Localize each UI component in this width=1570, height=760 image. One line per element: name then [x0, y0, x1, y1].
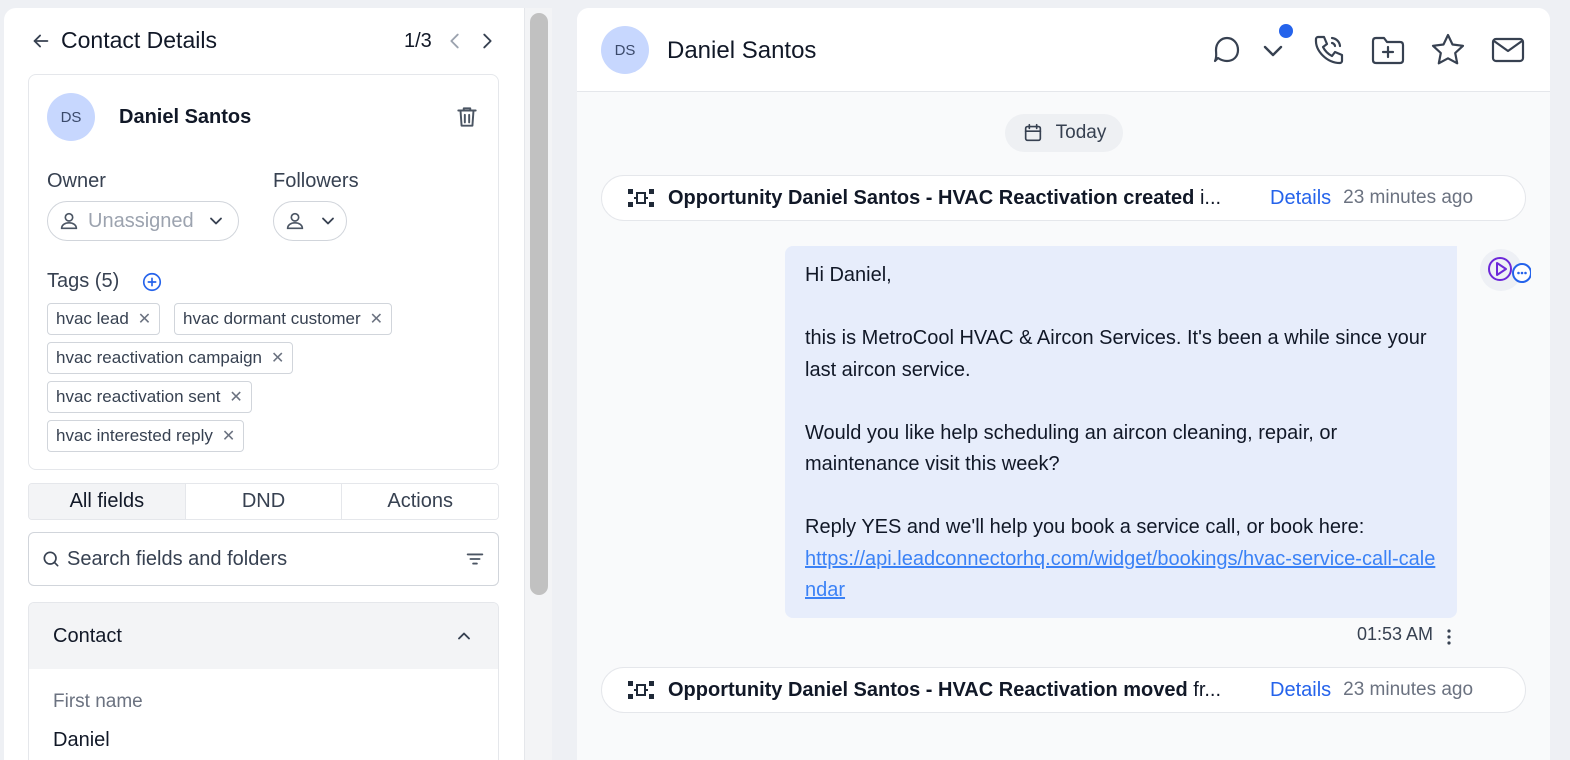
message-paragraph: Would you like help scheduling an aircon… [805, 421, 1338, 476]
notification-dot [1279, 24, 1293, 38]
chevron-down-icon [209, 217, 222, 225]
date-divider: Today [1005, 114, 1123, 152]
message-greeting: Hi Daniel, [805, 264, 892, 286]
phone-icon[interactable] [1308, 30, 1348, 70]
avatar: DS [47, 93, 95, 141]
tab-actions[interactable]: Actions [342, 484, 498, 519]
followers-select[interactable] [273, 201, 347, 241]
message-time: 01:53 AM [1357, 624, 1434, 644]
activity-item: Opportunity Daniel Santos - HVAC Reactiv… [601, 667, 1526, 713]
remove-tag-icon[interactable]: ✕ [229, 387, 242, 407]
conversation-contact-name: Daniel Santos [667, 37, 817, 64]
search-fields-input[interactable]: Search fields and folders [28, 532, 499, 586]
owner-select[interactable]: Unassigned [47, 201, 239, 241]
sms-channel-icon[interactable] [1479, 248, 1531, 296]
followers-label: Followers [273, 170, 359, 192]
date-label: Today [1055, 122, 1107, 143]
tag-chip[interactable]: hvac dormant customer ✕ [174, 303, 393, 335]
opportunity-icon [628, 189, 654, 207]
tag-label: hvac reactivation sent [56, 387, 221, 406]
contact-section: Contact First name Daniel [28, 602, 499, 760]
mail-icon[interactable] [1488, 30, 1528, 70]
tag-label: hvac interested reply [56, 426, 213, 445]
tag-chip[interactable]: hvac reactivation sent ✕ [47, 381, 252, 413]
owner-label: Owner [47, 170, 106, 192]
first-name-value[interactable]: Daniel [53, 729, 110, 752]
tag-chip[interactable]: hvac lead ✕ [47, 303, 161, 335]
contact-section-header[interactable]: Contact [29, 603, 498, 669]
remove-tag-icon[interactable]: ✕ [138, 309, 151, 329]
activity-text: Opportunity Daniel Santos - HVAC Reactiv… [668, 186, 1222, 209]
contact-card: DS Daniel Santos Owner Followers Unassig… [28, 74, 499, 470]
activity-timestamp: 23 minutes ago [1343, 187, 1474, 208]
tag-label: hvac reactivation campaign [56, 348, 263, 367]
filter-icon[interactable] [464, 548, 486, 570]
tag-chip[interactable]: hvac interested reply ✕ [47, 420, 245, 452]
previous-contact-icon[interactable] [444, 29, 466, 53]
trash-icon[interactable] [454, 103, 480, 131]
back-arrow-icon[interactable] [30, 30, 52, 52]
activity-timestamp: 23 minutes ago [1343, 679, 1474, 700]
owner-placeholder: Unassigned [88, 209, 194, 232]
contact-details-header: Contact Details 1/3 [4, 8, 524, 74]
details-link[interactable]: Details [1270, 679, 1331, 702]
more-options-icon[interactable] [1445, 628, 1453, 646]
folder-plus-icon[interactable] [1368, 30, 1408, 70]
next-contact-icon[interactable] [476, 29, 498, 53]
chevron-down-icon [322, 217, 334, 225]
message-paragraph: this is MetroCool HVAC & Aircon Services… [805, 327, 1427, 381]
opportunity-icon [628, 681, 654, 699]
activity-item: Opportunity Daniel Santos - HVAC Reactiv… [601, 175, 1526, 221]
search-placeholder: Search fields and folders [67, 547, 288, 570]
user-icon [60, 212, 78, 230]
chat-bubble-icon[interactable] [1207, 30, 1247, 70]
contact-details-panel: Contact Details 1/3 DS Daniel Santos Own… [4, 8, 524, 760]
message-bubble: Hi Daniel, this is MetroCool HVAC & Airc… [785, 246, 1457, 618]
tab-dnd[interactable]: DND [185, 484, 343, 519]
pager-count: 1/3 [404, 30, 432, 52]
contact-name: Daniel Santos [119, 106, 252, 128]
scrollbar-thumb[interactable] [530, 13, 548, 595]
page-title: Contact Details [61, 27, 217, 53]
message-paragraph: Reply YES and we'll help you book a serv… [805, 516, 1365, 538]
calendar-icon [1024, 123, 1041, 142]
field-tabs: All fields DND Actions [28, 483, 499, 520]
conversation-header: DS Daniel Santos [577, 8, 1550, 92]
chevron-up-icon[interactable] [454, 626, 474, 646]
section-title: Contact [53, 624, 122, 647]
tags-label: Tags (5) [47, 270, 120, 292]
avatar: DS [601, 26, 649, 74]
tab-all-fields[interactable]: All fields [29, 484, 186, 519]
tag-label: hvac dormant customer [183, 309, 361, 328]
add-tag-icon[interactable] [141, 271, 163, 293]
conversation-panel: DS Daniel Santos Today Opportunity Danie… [577, 8, 1550, 760]
remove-tag-icon[interactable]: ✕ [222, 426, 235, 446]
booking-link[interactable]: https://api.leadconnectorhq.com/widget/b… [805, 544, 1437, 607]
star-icon[interactable] [1428, 30, 1468, 70]
first-name-label: First name [53, 691, 143, 712]
tag-label: hvac lead [56, 309, 129, 328]
activity-text: Opportunity Daniel Santos - HVAC Reactiv… [668, 678, 1222, 701]
user-icon [286, 212, 304, 230]
remove-tag-icon[interactable]: ✕ [370, 309, 383, 329]
tag-chip[interactable]: hvac reactivation campaign ✕ [47, 342, 294, 374]
details-link[interactable]: Details [1270, 187, 1331, 210]
remove-tag-icon[interactable]: ✕ [271, 348, 284, 368]
search-icon [43, 551, 59, 567]
